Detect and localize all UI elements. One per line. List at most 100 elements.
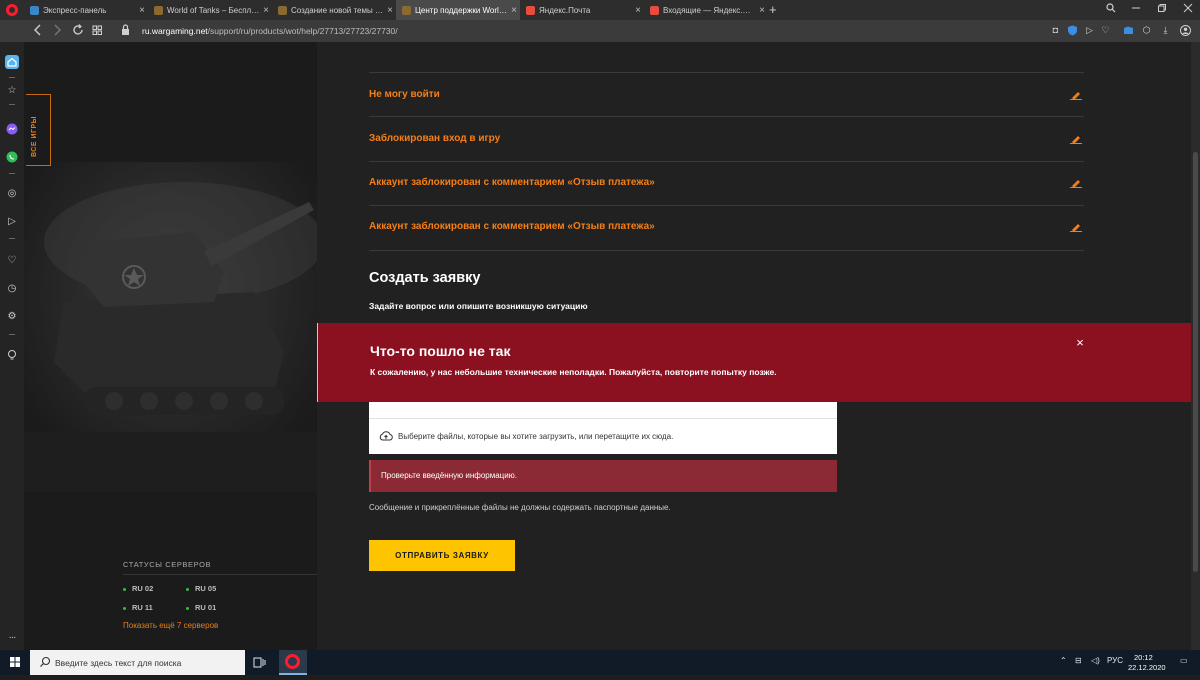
server-status-item: RU 05 bbox=[186, 584, 216, 593]
tab-yandex-mail[interactable]: Яндекс.Почта × bbox=[520, 0, 644, 20]
task-view-icon[interactable] bbox=[253, 656, 266, 669]
clock-date[interactable]: 22.12.2020 bbox=[1128, 663, 1166, 672]
lightbulb-icon[interactable] bbox=[5, 348, 19, 362]
tab-close-icon[interactable]: × bbox=[136, 5, 148, 16]
reload-icon[interactable] bbox=[72, 23, 84, 40]
opera-sidebar: ☆ ◎ ▷ ♡ ◷ ⚙ ··· bbox=[0, 42, 24, 650]
address-bar: ru.wargaming.net/support/ru/products/wot… bbox=[0, 20, 1200, 42]
vpn-shield-icon[interactable] bbox=[1067, 25, 1078, 36]
clock-time[interactable]: 20:12 bbox=[1134, 653, 1153, 662]
notifications-icon[interactable]: ▭ bbox=[1180, 656, 1188, 665]
camera-icon[interactable]: ◘ bbox=[1050, 25, 1061, 36]
search-tabs-icon[interactable] bbox=[1106, 3, 1116, 16]
tab-close-icon[interactable]: × bbox=[384, 5, 396, 16]
tabs-grid-icon[interactable] bbox=[92, 23, 103, 40]
tab-close-icon[interactable]: × bbox=[508, 5, 520, 16]
user-icon[interactable] bbox=[1180, 25, 1191, 36]
divider bbox=[369, 205, 1084, 206]
faq-item-label: Не могу войти bbox=[369, 89, 440, 100]
tab-yandex-inbox[interactable]: Входящие — Яндекс.Почт × bbox=[644, 0, 768, 20]
download-icon[interactable]: ⤓ bbox=[1160, 25, 1171, 36]
tab-label: Яндекс.Почта bbox=[539, 5, 591, 15]
tab-close-icon[interactable]: × bbox=[756, 5, 768, 16]
taskbar-search-field[interactable]: Введите здесь текст для поиска bbox=[30, 650, 245, 675]
tank-background-image bbox=[24, 162, 317, 492]
scrollbar[interactable] bbox=[1191, 42, 1200, 650]
sidebar-divider bbox=[9, 77, 15, 78]
faq-item[interactable]: Аккаунт заблокирован с комментарием «Отз… bbox=[369, 221, 1084, 237]
chevron-up-icon[interactable]: ⌃ bbox=[1060, 656, 1067, 665]
player-icon[interactable]: ◎ bbox=[5, 187, 19, 201]
url-field[interactable]: ru.wargaming.net/support/ru/products/wot… bbox=[142, 26, 398, 36]
new-tab-button[interactable]: + bbox=[769, 2, 777, 17]
faq-item[interactable]: Заблокирован вход в игру bbox=[369, 133, 1084, 149]
more-dots-icon[interactable]: ··· bbox=[5, 631, 19, 645]
scrollbar-thumb[interactable] bbox=[1193, 152, 1198, 572]
server-name: RU 02 bbox=[132, 584, 154, 593]
upload-box[interactable]: Выберите файлы, которые вы хотите загруз… bbox=[369, 401, 837, 454]
pencil-icon bbox=[1070, 136, 1082, 144]
submit-request-button[interactable]: ОТПРАВИТЬ ЗАЯВКУ bbox=[369, 540, 515, 571]
server-name: RU 05 bbox=[195, 584, 217, 593]
left-panel: ВСЕ ИГРЫ СТАТУСЫ СЕРВЕРОВ RU 02 RU 05 RU… bbox=[24, 42, 317, 650]
cloud-upload-icon bbox=[379, 431, 393, 441]
server-status-item: RU 01 bbox=[186, 603, 216, 612]
faq-item[interactable]: Аккаунт заблокирован с комментарием «Отз… bbox=[369, 177, 1084, 193]
heart-icon[interactable]: ♡ bbox=[5, 254, 19, 268]
error-notification: Что-то пошло не так К сожалению, у нас н… bbox=[317, 323, 1200, 402]
faq-item-label: Заблокирован вход в игру bbox=[369, 133, 501, 144]
url-domain: ru.wargaming.net bbox=[142, 26, 208, 36]
forward-icon[interactable] bbox=[52, 23, 62, 40]
wot-favicon-icon bbox=[402, 5, 411, 15]
close-window-button[interactable] bbox=[1183, 3, 1193, 16]
file-dropzone[interactable]: Выберите файлы, которые вы хотите загруз… bbox=[379, 431, 673, 441]
show-more-servers-link[interactable]: Показать ещё 7 серверов bbox=[123, 621, 218, 630]
tab-express-panel[interactable]: Экспресс-панель × bbox=[24, 0, 148, 20]
status-online-icon bbox=[186, 606, 189, 610]
divider bbox=[369, 161, 1084, 162]
sidebar-divider bbox=[9, 173, 15, 174]
cube-icon[interactable]: ⬡ bbox=[1141, 25, 1152, 36]
tab-world-of-tanks[interactable]: World of Tanks – Бесплатн × bbox=[148, 0, 272, 20]
tab-label: World of Tanks – Бесплатн bbox=[167, 5, 260, 15]
tab-close-icon[interactable]: × bbox=[260, 5, 272, 16]
send-icon[interactable]: ▷ bbox=[5, 215, 19, 229]
status-online-icon bbox=[186, 587, 189, 591]
all-games-tab[interactable]: ВСЕ ИГРЫ bbox=[26, 94, 51, 166]
close-icon[interactable]: × bbox=[1072, 335, 1088, 351]
heart-icon[interactable]: ♡ bbox=[1100, 25, 1111, 36]
input-language[interactable]: РУС bbox=[1107, 656, 1123, 665]
divider bbox=[123, 574, 317, 575]
faq-item[interactable]: Не могу войти bbox=[369, 89, 1084, 105]
sidebar-divider bbox=[9, 104, 15, 105]
sidebar-divider bbox=[9, 238, 15, 239]
opera-logo-icon bbox=[285, 654, 300, 669]
opera-menu-icon[interactable] bbox=[6, 4, 18, 16]
all-games-label: ВСЕ ИГРЫ bbox=[31, 116, 38, 157]
history-icon[interactable]: ◷ bbox=[5, 282, 19, 296]
validation-message: Проверьте введённую информацию. bbox=[369, 460, 837, 492]
tab-support-center[interactable]: Центр поддержки World o × bbox=[396, 0, 520, 20]
send-icon[interactable]: ▷ bbox=[1084, 25, 1095, 36]
settings-gear-icon[interactable]: ⚙ bbox=[5, 310, 19, 324]
wallet-icon[interactable] bbox=[1123, 25, 1134, 36]
messenger-icon[interactable] bbox=[5, 122, 19, 136]
tab-new-topic[interactable]: Создание новой темы - С × bbox=[272, 0, 396, 20]
whatsapp-icon[interactable] bbox=[5, 150, 19, 164]
back-icon[interactable] bbox=[33, 23, 43, 40]
opera-taskbar-icon[interactable] bbox=[279, 650, 307, 675]
speaker-icon[interactable]: ◁) bbox=[1091, 656, 1100, 665]
bookmark-star-icon[interactable]: ☆ bbox=[5, 84, 19, 98]
tab-close-icon[interactable]: × bbox=[632, 5, 644, 16]
windows-start-button[interactable] bbox=[0, 650, 30, 675]
message-textarea[interactable] bbox=[369, 401, 837, 419]
network-icon[interactable]: ⊟ bbox=[1075, 656, 1082, 665]
pencil-icon bbox=[1070, 224, 1082, 232]
faq-item-label: Аккаунт заблокирован с комментарием «Отз… bbox=[369, 177, 655, 188]
main-content: Не могу войти Заблокирован вход в игру А… bbox=[317, 42, 1200, 650]
restore-button[interactable] bbox=[1157, 3, 1167, 16]
lock-icon[interactable] bbox=[121, 23, 130, 40]
minimize-button[interactable] bbox=[1131, 3, 1141, 16]
pencil-icon bbox=[1070, 180, 1082, 188]
home-icon[interactable] bbox=[5, 55, 19, 69]
